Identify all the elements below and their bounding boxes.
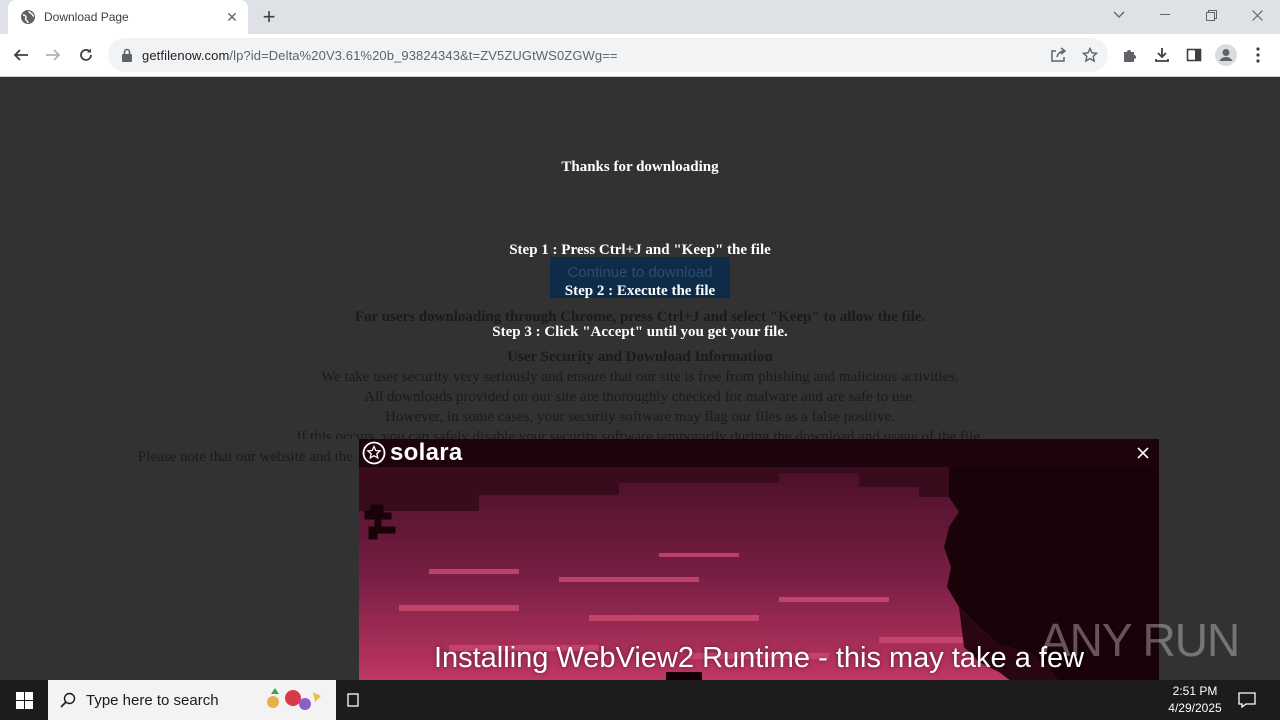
address-bar[interactable]: getfilenow.com/lp?id=Delta%20V3.61%20b_9…: [108, 38, 1108, 72]
step-3-text: Step 3 : Click "Accept" until you get yo…: [492, 324, 788, 340]
url-host: getfilenow.com: [142, 47, 230, 63]
search-highlight-image-icon: [267, 688, 321, 710]
forward-icon[interactable]: [37, 39, 69, 71]
solara-star-logo-icon: [362, 441, 386, 465]
windows-start-icon[interactable]: [0, 680, 48, 720]
tab-download-page[interactable]: Download Page ✕: [8, 0, 248, 34]
lock-icon[interactable]: [120, 48, 134, 62]
side-panel-icon[interactable]: [1178, 39, 1210, 71]
thanks-heading: Thanks for downloading: [561, 159, 719, 175]
security-line-2: All downloads provided on our site are t…: [364, 389, 916, 405]
anyrun-watermark: ANY RUN: [1040, 608, 1240, 672]
restore-icon[interactable]: [1188, 0, 1234, 30]
popup-app-name: solara: [390, 439, 463, 466]
task-view-icon[interactable]: [346, 690, 366, 710]
search-placeholder: Type here to search: [86, 691, 219, 709]
system-clock[interactable]: 2:51 PM 4/29/2025: [1160, 683, 1230, 717]
tab-strip: Download Page ✕ +: [0, 0, 1280, 34]
security-line-5: Please note that our website and the: [138, 449, 353, 465]
tab-title: Download Page: [44, 10, 129, 24]
extensions-icon[interactable]: [1114, 39, 1146, 71]
taskbar-search-box[interactable]: Type here to search: [48, 680, 336, 720]
downloads-icon[interactable]: [1146, 39, 1178, 71]
reload-icon[interactable]: [70, 39, 102, 71]
windows-taskbar: Type here to search 2:51 PM 4/29/2025: [0, 680, 1280, 720]
security-line-4: If this occurs, you can safely disable y…: [296, 429, 984, 439]
installer-status-text: Installing WebView2 Runtime - this may t…: [433, 642, 1085, 674]
clock-date: 4/29/2025: [1168, 701, 1222, 715]
url-path: /lp?id=Delta%20V3.61%20b_93824343&t=ZV5Z…: [229, 47, 618, 63]
clock-time: 2:51 PM: [1172, 684, 1218, 698]
security-line-3: However, in some cases, your security so…: [385, 409, 895, 425]
step-1-text: Step 1 : Press Ctrl+J and "Keep" the fil…: [509, 242, 771, 258]
profile-avatar-icon[interactable]: [1210, 39, 1242, 71]
new-tab-button[interactable]: +: [256, 4, 282, 29]
url-text[interactable]: getfilenow.com/lp?id=Delta%20V3.61%20b_9…: [142, 48, 618, 63]
close-window-icon[interactable]: [1234, 0, 1280, 30]
menu-kebab-icon[interactable]: [1242, 39, 1274, 71]
bookmark-star-icon[interactable]: [1074, 39, 1106, 71]
step-2-text: Step 2 : Execute the file: [564, 283, 716, 299]
solara-installer-window: solara Installing WebView2 Runtime - thi…: [359, 439, 1159, 720]
popup-close-icon[interactable]: [1133, 443, 1153, 463]
browser-toolbar: getfilenow.com/lp?id=Delta%20V3.61%20b_9…: [0, 34, 1280, 77]
security-heading: User Security and Download Information: [507, 349, 773, 365]
minimize-icon[interactable]: [1142, 0, 1188, 30]
notification-icon[interactable]: [1234, 688, 1260, 712]
globe-icon: [21, 10, 35, 24]
back-icon[interactable]: [5, 39, 37, 71]
watermark-text: ANY RUN: [1040, 614, 1240, 666]
search-icon: [60, 692, 76, 708]
tab-close-icon[interactable]: ✕: [222, 7, 242, 27]
tab-search-icon[interactable]: [1096, 0, 1142, 30]
security-line-1: We take user security very seriously and…: [321, 369, 959, 385]
popup-titlebar: solara: [359, 439, 1159, 467]
share-icon[interactable]: [1042, 39, 1074, 71]
